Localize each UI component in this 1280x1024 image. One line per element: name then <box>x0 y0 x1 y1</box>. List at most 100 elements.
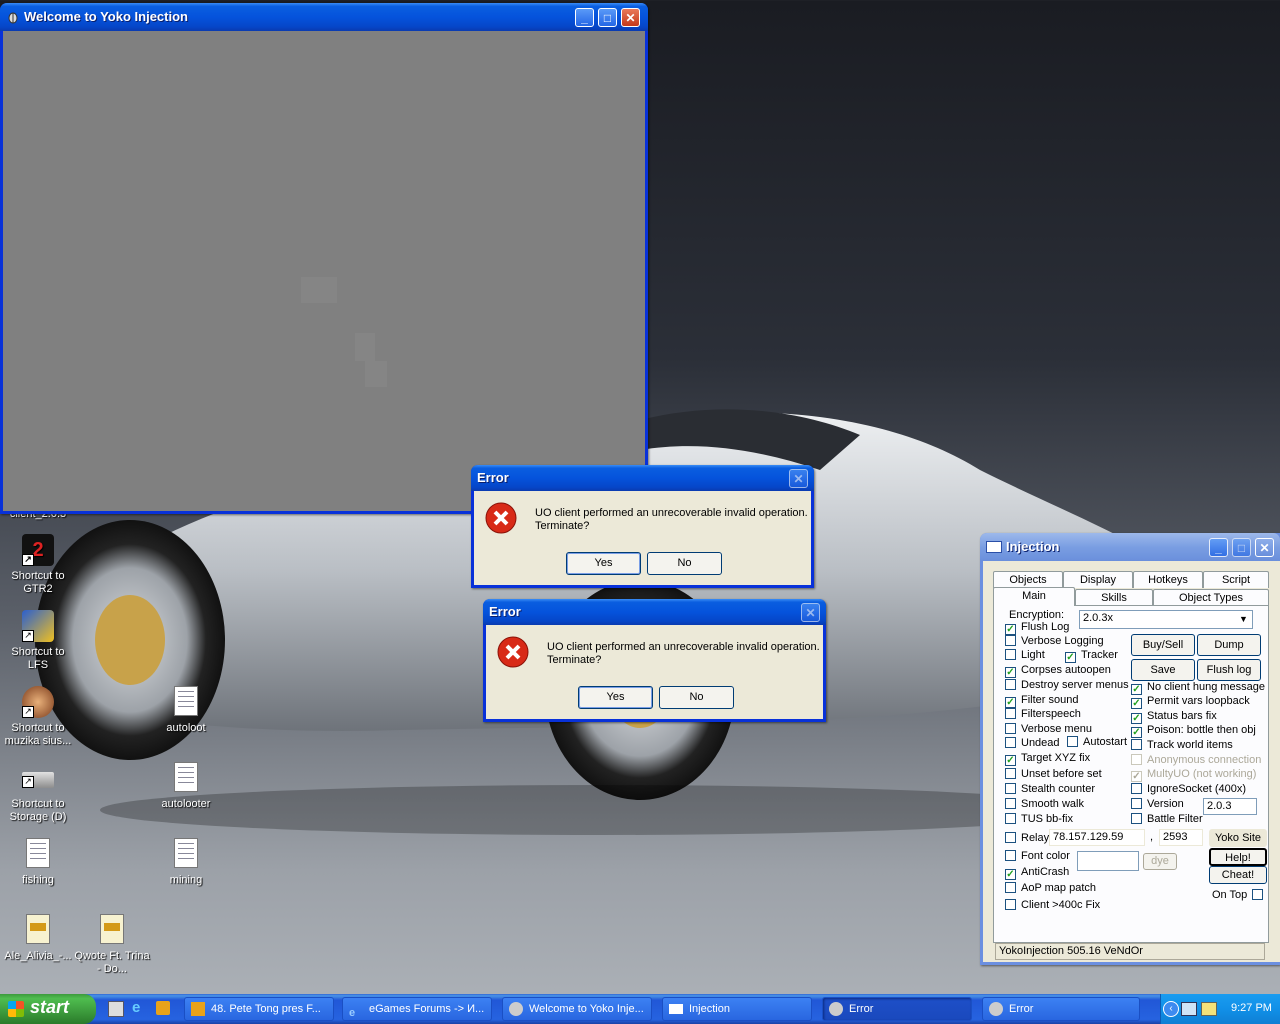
check-item[interactable]: Stealth counter <box>1005 783 1095 795</box>
tab-display[interactable]: Display <box>1063 571 1133 588</box>
yes-button[interactable]: Yes <box>578 686 653 709</box>
check-item[interactable]: Smooth walk <box>1005 798 1084 810</box>
check-item[interactable]: Verbose menu <box>1005 723 1092 735</box>
yoko-site-button[interactable]: Yoko Site <box>1209 829 1267 847</box>
close-button[interactable]: ✕ <box>801 603 820 622</box>
check-item[interactable]: Anonymous connection <box>1131 754 1261 766</box>
relay-ip-field[interactable]: 78.157.129.59 <box>1049 829 1145 846</box>
taskbar-item[interactable]: 48. Pete Tong pres F... <box>184 997 334 1021</box>
check-item[interactable]: Font color <box>1005 850 1070 862</box>
checkbox[interactable] <box>1131 783 1142 794</box>
cheat-button[interactable]: Cheat! <box>1209 866 1267 884</box>
help-button[interactable]: Help! <box>1209 848 1267 866</box>
error-titlebar[interactable]: Error ✕ <box>471 465 814 491</box>
check-item[interactable]: TUS bb-fix <box>1005 813 1073 825</box>
tab-skills[interactable]: Skills <box>1075 589 1153 606</box>
taskbar-item[interactable]: e eGames Forums -> И... <box>342 997 492 1021</box>
desktop-icon-storage[interactable]: ↗ Shortcut to Storage (D) <box>0 762 76 824</box>
taskbar-item[interactable]: Welcome to Yoko Inje... <box>502 997 652 1021</box>
clock[interactable]: 9:27 PM <box>1231 1002 1272 1014</box>
desktop-icon-mining[interactable]: mining <box>148 838 224 887</box>
error-dialog-2[interactable]: Error ✕ UO client performed an unrecover… <box>483 599 826 722</box>
checkbox[interactable]: ✓ <box>1131 684 1142 695</box>
no-button[interactable]: No <box>647 552 722 575</box>
show-desktop-icon[interactable] <box>108 1001 124 1017</box>
desktop-icon-qwote[interactable]: Qwote Ft. Trina - Do... <box>74 914 150 976</box>
check-item[interactable]: ✓ Filter sound <box>1005 694 1078 708</box>
taskbar-item[interactable]: Injection <box>662 997 812 1021</box>
desktop-icon-fishing[interactable]: fishing <box>0 838 76 887</box>
check-item[interactable]: ✓ Permit vars loopback <box>1131 695 1250 709</box>
check-item[interactable]: AoP map patch <box>1005 882 1096 894</box>
checkbox[interactable]: ✓ <box>1005 697 1016 708</box>
volume-icon[interactable] <box>1201 1002 1217 1016</box>
checkbox[interactable]: ✓ <box>1131 727 1142 738</box>
chevron-left-icon[interactable]: ‹ <box>1163 1001 1179 1017</box>
check-item[interactable]: Relay <box>1005 832 1049 844</box>
yoko-window[interactable]: Welcome to Yoko Injection _ □ ✕ <box>0 3 648 514</box>
checkbox[interactable] <box>1131 754 1142 765</box>
internet-explorer-icon[interactable]: e <box>132 1000 148 1016</box>
taskbar-item[interactable]: Error <box>982 997 1140 1021</box>
desktop-icon-ale[interactable]: Ale_Alivia_-... <box>0 914 76 963</box>
maximize-button[interactable]: □ <box>1232 538 1251 557</box>
close-button[interactable]: ✕ <box>1255 538 1274 557</box>
tab-hotkeys[interactable]: Hotkeys <box>1133 571 1203 588</box>
checkbox[interactable] <box>1067 736 1078 747</box>
checkbox[interactable] <box>1005 832 1016 843</box>
taskbar-item[interactable]: Error <box>822 997 972 1021</box>
desktop-icon-muzika[interactable]: ↗ Shortcut to muzika sius... <box>0 686 76 748</box>
close-button[interactable]: ✕ <box>621 8 640 27</box>
checkbox[interactable]: ✓ <box>1005 869 1016 880</box>
checkbox[interactable] <box>1005 813 1016 824</box>
check-item[interactable]: ✓ MultyUO (not working) <box>1131 768 1256 782</box>
checkbox[interactable] <box>1005 768 1016 779</box>
checkbox[interactable] <box>1005 882 1016 893</box>
checkbox[interactable] <box>1131 739 1142 750</box>
checkbox[interactable]: ✓ <box>1005 755 1016 766</box>
check-item[interactable]: Verbose Logging <box>1005 635 1104 647</box>
minimize-button[interactable]: _ <box>1209 538 1228 557</box>
close-button[interactable]: ✕ <box>789 469 808 488</box>
checkbox[interactable]: ✓ <box>1005 667 1016 678</box>
tab-object-types[interactable]: Object Types <box>1153 589 1269 606</box>
flushlog-button[interactable]: Flush log <box>1197 659 1261 681</box>
check-item[interactable]: ✓ Flush Log <box>1005 621 1069 635</box>
font-color-field[interactable] <box>1077 851 1139 871</box>
check-on-top[interactable]: On Top <box>1212 889 1264 901</box>
checkbox[interactable] <box>1005 708 1016 719</box>
checkbox[interactable] <box>1252 889 1264 900</box>
check-item[interactable]: Unset before set <box>1005 768 1102 780</box>
checkbox[interactable]: ✓ <box>1131 698 1142 709</box>
checkbox[interactable] <box>1005 899 1016 910</box>
check-item[interactable]: IgnoreSocket (400x) <box>1131 783 1246 795</box>
version-field[interactable]: 2.0.3 <box>1203 798 1257 815</box>
network-icon[interactable] <box>1181 1002 1197 1016</box>
check-item[interactable]: Track world items <box>1131 739 1233 751</box>
tab-script[interactable]: Script <box>1203 571 1269 588</box>
yoko-titlebar[interactable]: Welcome to Yoko Injection _ □ ✕ <box>0 3 648 31</box>
checkbox[interactable]: ✓ <box>1131 713 1142 724</box>
buysell-button[interactable]: Buy/Sell <box>1131 634 1195 656</box>
desktop-icon-gtr2[interactable]: 2 ↗ Shortcut to GTR2 <box>0 534 76 596</box>
check-item[interactable]: Client >400c Fix <box>1005 899 1100 911</box>
error-titlebar[interactable]: Error ✕ <box>483 599 826 625</box>
chevron-down-icon[interactable]: ▼ <box>1236 612 1251 627</box>
checkbox[interactable] <box>1005 723 1016 734</box>
checkbox[interactable] <box>1005 649 1016 660</box>
check-item[interactable]: ✓ No client hung message <box>1131 681 1265 695</box>
check-item[interactable]: ✓ AntiCrash <box>1005 866 1069 880</box>
check-item[interactable]: Battle Filter <box>1131 813 1203 825</box>
tab-main[interactable]: Main <box>993 587 1075 606</box>
check-item[interactable]: Destroy server menus <box>1005 679 1129 691</box>
desktop-icon-lfs[interactable]: ↗ Shortcut to LFS <box>0 610 76 672</box>
checkbox[interactable] <box>1005 850 1016 861</box>
winamp-icon[interactable] <box>156 1001 170 1015</box>
checkbox[interactable] <box>1005 798 1016 809</box>
check-autostart[interactable]: Autostart <box>1067 736 1127 748</box>
encryption-select[interactable]: 2.0.3x ▼ <box>1079 610 1253 629</box>
checkbox[interactable]: ✓ <box>1065 652 1076 663</box>
start-button[interactable]: start <box>0 994 96 1024</box>
minimize-button[interactable]: _ <box>575 8 594 27</box>
checkbox[interactable] <box>1131 813 1142 824</box>
